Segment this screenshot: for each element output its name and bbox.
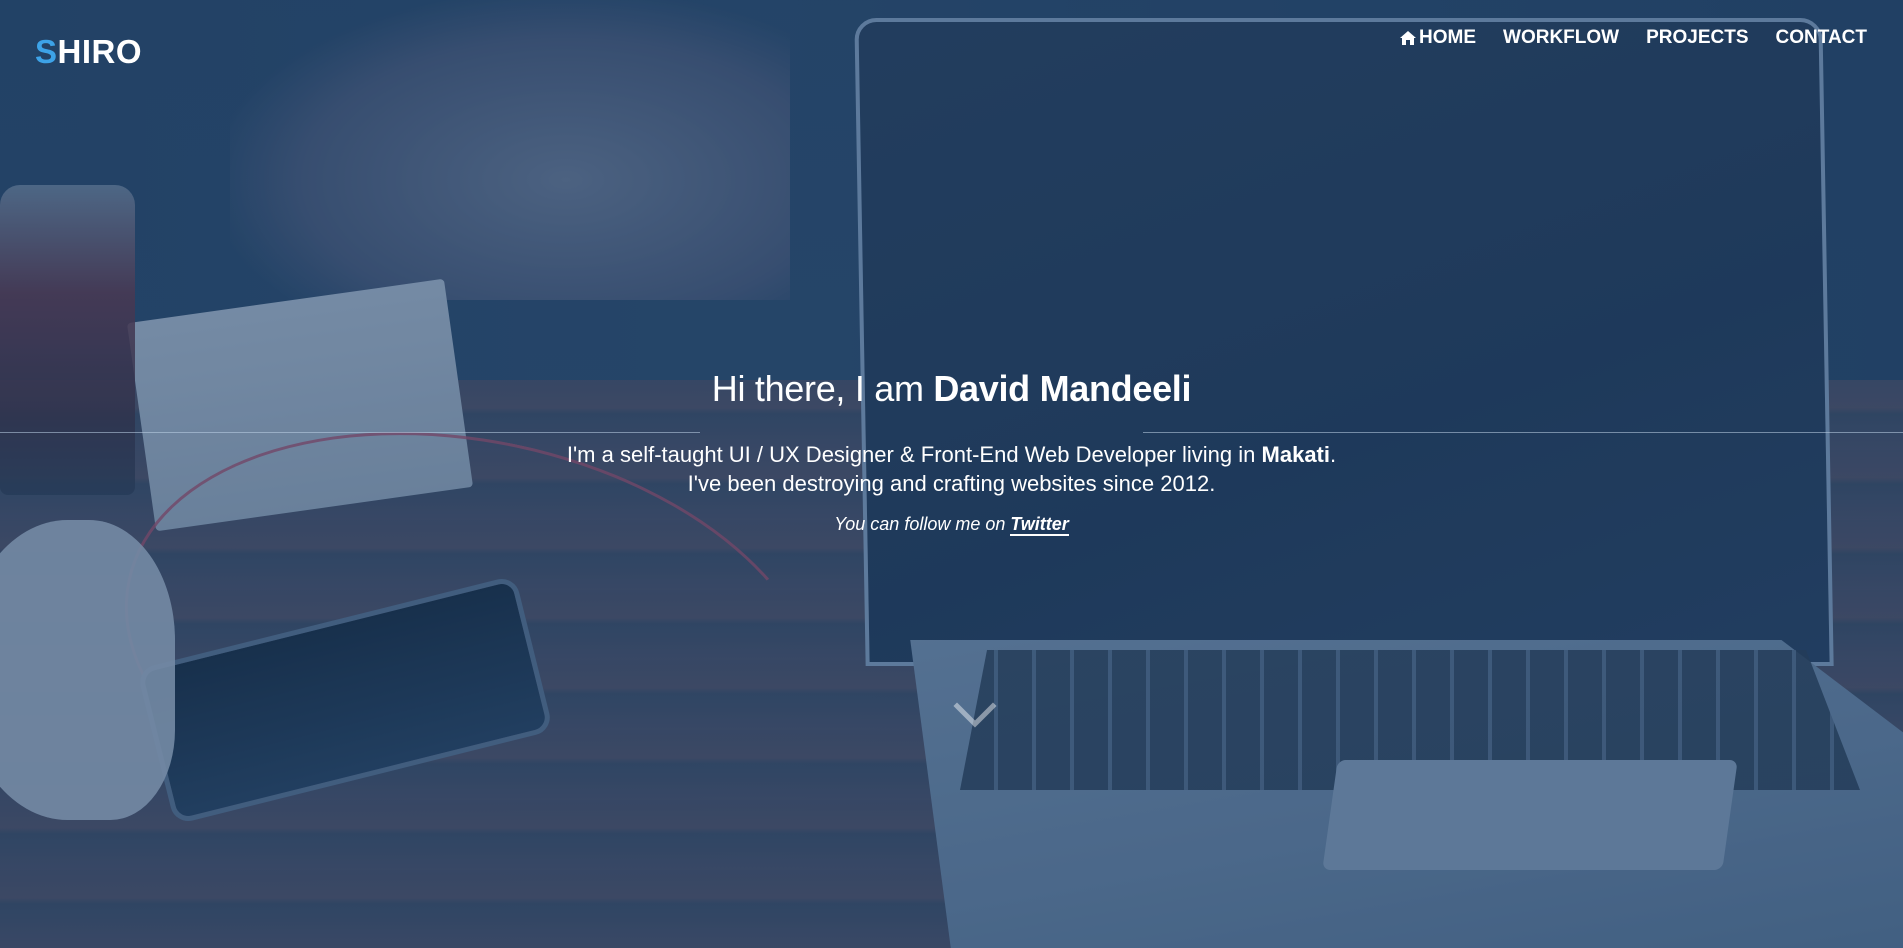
- logo-rest: HIRO: [57, 33, 143, 70]
- twitter-link[interactable]: Twitter: [1010, 514, 1069, 536]
- hero-desc-line1-suffix: .: [1330, 442, 1337, 467]
- hero-section: SHIRO HOME WORKFLOW PROJECTS CONTACT Hi …: [0, 0, 1903, 948]
- nav-item-projects: PROJECTS: [1646, 27, 1748, 49]
- nav-label-home: HOME: [1419, 27, 1477, 48]
- hero-content: Hi there, I am David Mandeeli I'm a self…: [0, 368, 1903, 536]
- nav-link-contact[interactable]: CONTACT: [1776, 27, 1867, 49]
- hero-desc-line1: I'm a self-taught UI / UX Designer & Fro…: [566, 442, 1256, 467]
- hero-title: Hi there, I am David Mandeeli: [0, 368, 1903, 410]
- hero-city: Makati: [1261, 442, 1330, 467]
- hero-name: David Mandeeli: [933, 368, 1192, 409]
- nav-item-workflow: WORKFLOW: [1503, 27, 1619, 49]
- follow-line: You can follow me on Twitter: [0, 514, 1903, 536]
- logo-first-letter: S: [35, 33, 58, 70]
- nav-label-projects: PROJECTS: [1646, 27, 1749, 48]
- nav-link-workflow[interactable]: WORKFLOW: [1503, 27, 1619, 49]
- hero-description: I'm a self-taught UI / UX Designer & Fro…: [0, 440, 1903, 498]
- nav-link-home[interactable]: HOME: [1400, 27, 1476, 49]
- nav-label-workflow: WORKFLOW: [1503, 27, 1620, 48]
- nav-item-home: HOME: [1400, 27, 1476, 49]
- nav-link-projects[interactable]: PROJECTS: [1646, 27, 1748, 49]
- nav-label-contact: CONTACT: [1775, 27, 1867, 48]
- follow-prefix: You can follow me on: [834, 514, 1006, 534]
- nav-item-contact: CONTACT: [1776, 27, 1867, 49]
- hero-desc-line2: I've been destroying and crafting websit…: [687, 471, 1216, 496]
- hero-greeting: Hi there, I am: [711, 368, 924, 409]
- main-nav: HOME WORKFLOW PROJECTS CONTACT: [1400, 27, 1867, 49]
- home-icon: [1400, 31, 1417, 45]
- site-logo[interactable]: SHIRO: [35, 33, 142, 71]
- chevron-down-icon[interactable]: [953, 700, 997, 730]
